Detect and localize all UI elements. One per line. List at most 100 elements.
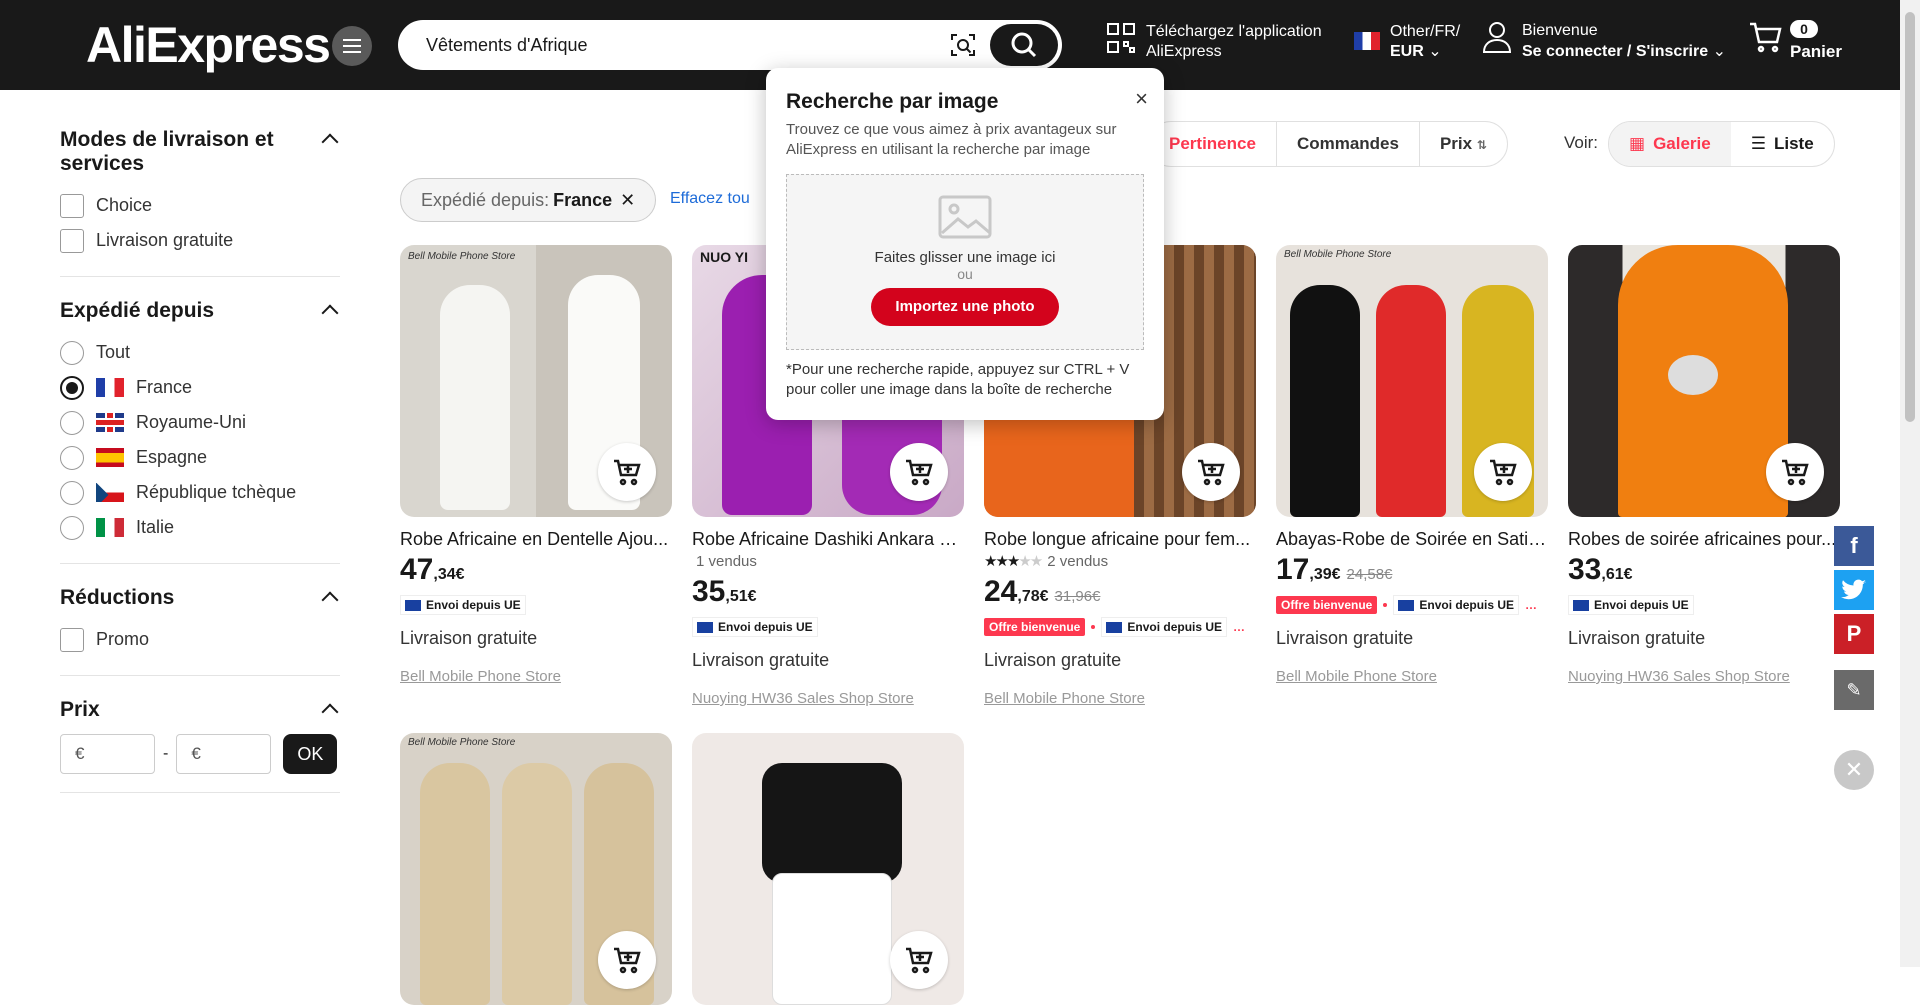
store-link[interactable]: Bell Mobile Phone Store — [1276, 668, 1548, 685]
ship-from-option-czech[interactable]: République tchèque — [60, 475, 340, 510]
sort-arrows-icon: ⇅ — [1476, 138, 1487, 152]
star-rating-icon: ★★★★★ — [984, 553, 1043, 570]
gallery-view-button[interactable]: ▦ Galerie — [1609, 122, 1731, 166]
free-shipping-label: Livraison gratuite — [984, 650, 1122, 670]
delivery-filter-title[interactable]: Modes de livraison et services — [60, 128, 340, 176]
add-to-cart-button[interactable] — [1182, 443, 1240, 501]
account-menu[interactable]: Bienvenue Se connecter / S'inscrire ⌄ — [1482, 20, 1726, 62]
product-card[interactable]: Bell Mobile Phone Store Abayas-Robe de S… — [1276, 245, 1548, 685]
price-min-input[interactable]: € — [60, 734, 155, 774]
add-to-cart-button[interactable] — [1474, 443, 1532, 501]
spain-flag-icon — [96, 448, 124, 467]
search-button[interactable] — [990, 24, 1058, 66]
remove-filter-icon[interactable]: ✕ — [620, 190, 635, 211]
cart-button[interactable]: 0 Panier — [1748, 20, 1842, 61]
store-link[interactable]: Bell Mobile Phone Store — [400, 668, 672, 685]
sort-orders-tab[interactable]: Commandes — [1275, 122, 1419, 166]
store-link[interactable]: Nuoying HW36 Sales Shop Store — [692, 690, 964, 707]
more-badges-icon: … — [1233, 620, 1246, 634]
ships-from-eu-badge: Envoi depuis UE — [400, 595, 526, 615]
ships-from-eu-badge: Envoi depuis UE — [1393, 595, 1520, 615]
product-title[interactable]: Robe Africaine en Dentelle Ajou... — [400, 527, 672, 551]
checkbox[interactable] — [60, 193, 84, 218]
add-to-cart-button[interactable] — [890, 443, 948, 501]
ship-from-filter-title[interactable]: Expédié depuis — [60, 299, 340, 323]
clear-all-link[interactable]: Effacez tou — [670, 190, 750, 208]
sold-count: 2 vendus — [1047, 553, 1109, 570]
radio-button[interactable] — [60, 445, 84, 470]
active-filter-chip[interactable]: Expédié depuis: France ✕ — [400, 178, 657, 222]
ship-from-option-uk[interactable]: Royaume-Uni — [60, 405, 340, 440]
product-image[interactable]: Bell Mobile Phone Store — [400, 733, 672, 1005]
price-max-input[interactable]: € — [176, 734, 272, 774]
product-image[interactable]: Bell Mobile Phone Store — [400, 245, 672, 517]
menu-button[interactable] — [332, 26, 372, 66]
product-image[interactable] — [1568, 245, 1840, 517]
radio-button[interactable] — [60, 515, 84, 540]
upload-photo-button[interactable]: Importez une photo — [871, 288, 1059, 326]
store-link[interactable]: Bell Mobile Phone Store — [984, 690, 1256, 707]
store-link[interactable]: Nuoying HW36 Sales Shop Store — [1568, 668, 1840, 685]
product-price: 33,61€ — [1568, 553, 1633, 586]
close-share-button[interactable]: ✕ — [1834, 750, 1874, 790]
pinterest-share-button[interactable]: P — [1834, 614, 1874, 654]
product-card[interactable]: Bell Mobile Phone Store Robe Africaine e… — [400, 245, 672, 685]
eu-flag-icon — [1573, 599, 1589, 611]
close-icon[interactable]: × — [1135, 86, 1148, 112]
twitter-share-button[interactable] — [1834, 570, 1874, 610]
product-title[interactable]: Robes de soirée africaines pour... — [1568, 527, 1840, 551]
price-ok-button[interactable]: OK — [283, 734, 338, 774]
filter-option-promo[interactable]: Promo — [60, 622, 340, 657]
original-price: 31,96€ — [1054, 588, 1101, 605]
discounts-filter-title[interactable]: Réductions — [60, 586, 340, 610]
product-card[interactable] — [692, 733, 964, 1005]
sort-bar: Pertinence Commandes Prix ⇅ — [1148, 121, 1508, 167]
filter-option-free-shipping[interactable]: Livraison gratuite — [60, 223, 340, 258]
sort-price-tab[interactable]: Prix ⇅ — [1418, 122, 1507, 166]
add-to-cart-button[interactable] — [598, 443, 656, 501]
welcome-offer-badge: Offre bienvenue — [984, 618, 1086, 636]
locale-line1: Other/FR/ — [1390, 23, 1461, 40]
scrollbar-thumb[interactable] — [1905, 12, 1915, 422]
add-to-cart-icon — [906, 459, 933, 486]
radio-button[interactable] — [60, 340, 84, 365]
radio-button-selected[interactable] — [60, 375, 84, 400]
image-drop-zone[interactable]: Faites glisser une image ici ou Importez… — [786, 174, 1144, 350]
search-input[interactable] — [426, 32, 926, 58]
ship-from-option-france[interactable]: France — [60, 370, 340, 405]
price-filter: Prix € - € OK — [60, 698, 340, 793]
aliexpress-logo[interactable]: AliExpress — [86, 18, 331, 72]
product-title[interactable]: Robe Africaine Dashiki Ankara à... — [692, 527, 964, 551]
product-card[interactable]: Robes de soirée africaines pour... 33,61… — [1568, 245, 1840, 685]
facebook-share-button[interactable]: f — [1834, 526, 1874, 566]
ship-from-option-italy[interactable]: Italie — [60, 510, 340, 545]
product-image[interactable]: Bell Mobile Phone Store — [1276, 245, 1548, 517]
product-title[interactable]: Robe longue africaine pour fem... — [984, 527, 1256, 551]
image-search-icon[interactable] — [950, 32, 976, 58]
locale-selector[interactable]: Other/FR/EUR ⌄ — [1354, 22, 1460, 62]
sort-relevance-tab[interactable]: Pertinence — [1149, 122, 1276, 166]
checkbox[interactable] — [60, 228, 84, 253]
add-to-cart-button[interactable] — [598, 931, 656, 989]
image-search-popup: Recherche par image × Trouvez ce que vou… — [766, 68, 1164, 420]
checkbox[interactable] — [60, 627, 84, 652]
radio-button[interactable] — [60, 410, 84, 435]
app-download-link[interactable]: Téléchargez l'application AliExpress — [1106, 22, 1322, 62]
add-to-cart-button[interactable] — [890, 931, 948, 989]
ship-from-option-spain[interactable]: Espagne — [60, 440, 340, 475]
filter-option-choice[interactable]: Choice — [60, 188, 340, 223]
view-toggle: ▦ Galerie ☰ Liste — [1608, 121, 1835, 167]
add-to-cart-button[interactable] — [1766, 443, 1824, 501]
price-filter-title[interactable]: Prix — [60, 698, 340, 722]
product-image[interactable] — [692, 733, 964, 1005]
product-card[interactable]: Bell Mobile Phone Store — [400, 733, 672, 1005]
page-scrollbar[interactable] — [1900, 0, 1920, 967]
list-view-button[interactable]: ☰ Liste — [1731, 122, 1834, 166]
app-download-line2: AliExpress — [1146, 43, 1222, 60]
ship-from-option-all[interactable]: Tout — [60, 335, 340, 370]
edit-feedback-button[interactable]: ✎ — [1834, 670, 1874, 710]
product-title[interactable]: Abayas-Robe de Soirée en Satin... — [1276, 527, 1548, 551]
france-flag-icon — [1354, 32, 1380, 50]
radio-button[interactable] — [60, 480, 84, 505]
watermark-text: Bell Mobile Phone Store — [408, 251, 516, 262]
